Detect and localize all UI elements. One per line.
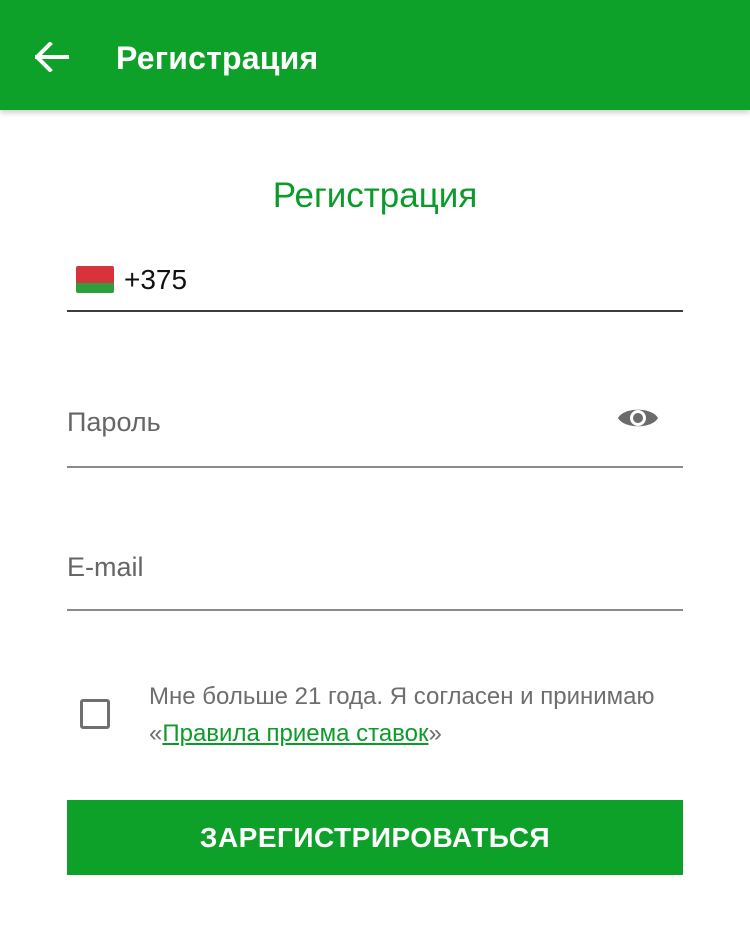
arrow-left-icon — [35, 42, 69, 72]
registration-screen: Регистрация Регистрация Мне больше 21 го… — [0, 0, 750, 945]
toggle-password-visibility-button[interactable] — [615, 398, 661, 438]
consent-row: Мне больше 21 года. Я согласен и принима… — [67, 678, 683, 758]
app-bar: Регистрация — [0, 0, 750, 110]
consent-text: Мне больше 21 года. Я согласен и принима… — [149, 678, 689, 752]
phone-input[interactable] — [124, 262, 664, 298]
form-heading: Регистрация — [272, 176, 478, 215]
back-button[interactable] — [30, 35, 74, 79]
phone-field[interactable] — [67, 252, 683, 312]
belarus-flag-icon — [76, 266, 114, 293]
register-button[interactable]: ЗАРЕГИСТРИРОВАТЬСЯ — [67, 800, 683, 875]
age-consent-checkbox[interactable] — [80, 699, 110, 729]
password-input[interactable] — [67, 402, 607, 442]
consent-text-after: » — [428, 720, 442, 747]
password-field[interactable] — [67, 390, 683, 468]
email-field[interactable] — [67, 535, 683, 611]
app-bar-title: Регистрация — [116, 40, 319, 76]
betting-rules-link[interactable]: Правила приема ставок — [162, 720, 428, 747]
email-input[interactable] — [67, 547, 607, 587]
eye-icon — [618, 409, 658, 427]
